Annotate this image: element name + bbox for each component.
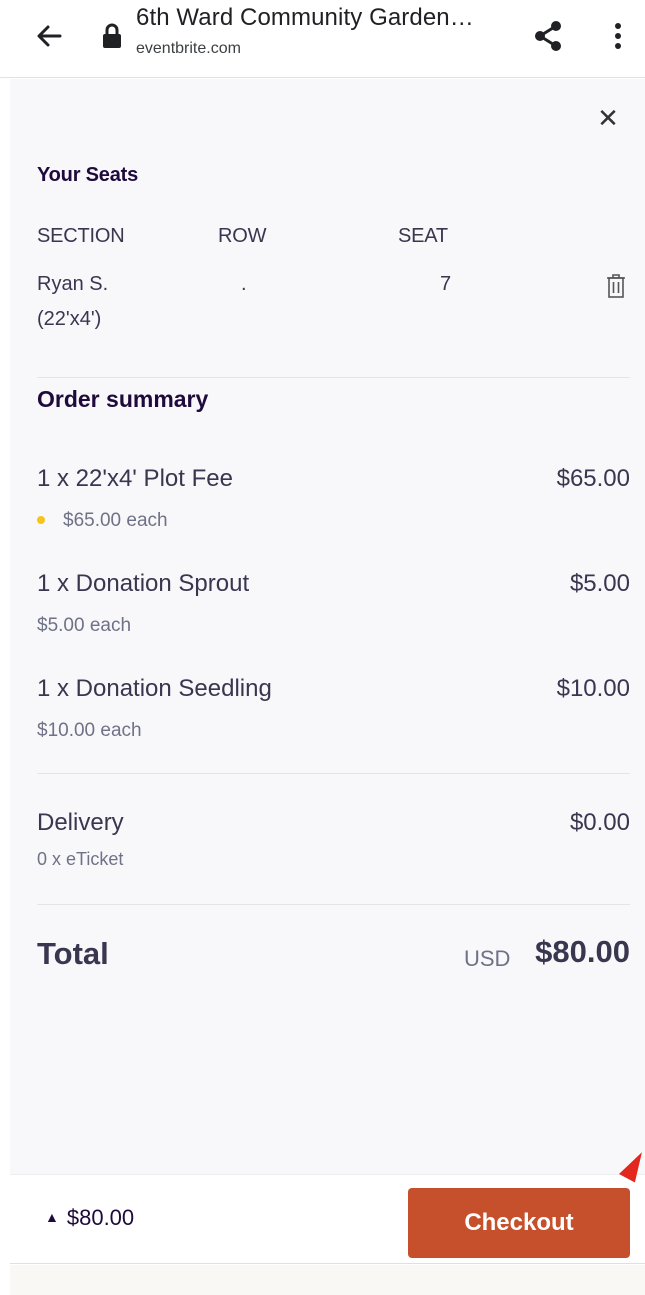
line-item-unit-price: $5.00 each <box>37 615 132 636</box>
line-item-price: $5.00 <box>569 570 630 597</box>
delivery-price: $0.00 <box>569 809 630 836</box>
total-currency: USD <box>464 946 511 971</box>
share-icon[interactable] <box>528 16 568 56</box>
page-domain[interactable]: eventbrite.com <box>136 40 241 58</box>
your-seats-heading: Your Seats <box>37 164 138 186</box>
seat-number-value: 7 <box>440 273 452 295</box>
line-item-name: 1 x 22'x4' Plot Fee <box>37 465 233 492</box>
browser-toolbar: 6th Ward Community Garden… eventbrite.co… <box>0 0 645 78</box>
divider <box>37 377 630 378</box>
delivery-method: 0 x eTicket <box>37 849 124 869</box>
line-item-unit-price: $10.00 each <box>37 720 142 741</box>
page-title[interactable]: 6th Ward Community Garden… <box>136 4 506 32</box>
line-item-price: $10.00 <box>556 675 630 702</box>
line-item-name: 1 x Donation Sprout <box>37 570 250 597</box>
checkout-button[interactable]: Checkout <box>408 1188 630 1258</box>
chevron-up-icon: ▲ <box>45 1209 59 1225</box>
bottom-spacer <box>10 1265 645 1295</box>
more-options-icon[interactable] <box>598 16 638 56</box>
back-arrow-icon[interactable] <box>30 16 70 56</box>
line-item-name: 1 x Donation Seedling <box>37 675 272 702</box>
status-dot <box>37 516 45 524</box>
total-amount: $80.00 <box>535 934 630 969</box>
column-header-seat: SEAT <box>398 225 448 247</box>
order-total-toggle[interactable]: ▲ $80.00 <box>45 1205 134 1231</box>
column-header-row: ROW <box>218 225 267 247</box>
divider <box>37 773 630 774</box>
seat-row-value: . <box>241 273 247 295</box>
total-label: Total <box>37 936 109 971</box>
footer-total: $80.00 <box>66 1205 135 1230</box>
delivery-label: Delivery <box>37 809 124 836</box>
seat-section-name: Ryan S. <box>37 273 109 295</box>
close-icon[interactable]: ✕ <box>593 103 623 133</box>
divider <box>37 904 630 905</box>
column-header-section: SECTION <box>37 225 125 247</box>
lock-icon[interactable] <box>101 22 123 50</box>
order-summary-heading: Order summary <box>37 386 209 412</box>
line-item-unit-price: $65.00 each <box>63 510 168 531</box>
trash-icon[interactable] <box>605 273 627 299</box>
line-item-price: $65.00 <box>556 465 630 492</box>
seat-section-size: (22'x4') <box>37 308 102 330</box>
